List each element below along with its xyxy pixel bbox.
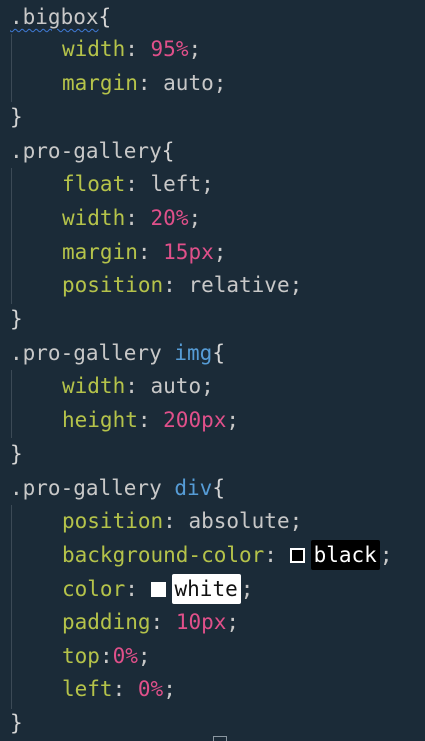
close-brace: } xyxy=(10,307,23,331)
selector: .bigbox xyxy=(10,5,99,29)
code-line[interactable]: .pro-gallery{ xyxy=(10,134,174,168)
code-editor[interactable]: .bigbox{ width: 95%; margin: auto; } .pr… xyxy=(0,0,425,741)
unit: px xyxy=(201,408,227,432)
close-brace: } xyxy=(10,105,23,129)
close-brace: } xyxy=(10,711,23,735)
number: 0 xyxy=(112,644,126,668)
close-brace: } xyxy=(10,442,23,466)
value: auto xyxy=(150,374,202,398)
number: 95 xyxy=(150,37,176,61)
color-value-white: white xyxy=(171,574,241,604)
code-line[interactable]: .bigbox{ xyxy=(10,0,111,34)
code-line[interactable]: position: absolute; xyxy=(62,504,302,538)
property: width xyxy=(62,374,126,398)
value: absolute xyxy=(188,509,290,533)
color-swatch-icon[interactable] xyxy=(289,548,305,563)
unit: % xyxy=(125,644,138,668)
tag-selector: img xyxy=(174,341,213,365)
code-line[interactable]: margin: auto; xyxy=(62,66,226,100)
indent-guide xyxy=(11,505,12,709)
code-line[interactable]: margin: 15px; xyxy=(62,235,226,269)
property: color xyxy=(62,577,126,601)
number: 200 xyxy=(163,408,202,432)
value: relative xyxy=(188,273,290,297)
code-line[interactable]: } xyxy=(10,302,23,336)
selector: .pro-gallery xyxy=(10,139,162,163)
property: margin xyxy=(62,240,138,264)
open-brace: { xyxy=(98,5,112,29)
code-line[interactable]: } xyxy=(10,437,23,471)
unit: px xyxy=(201,610,227,634)
property: left xyxy=(62,677,113,701)
code-line[interactable]: height: 200px; xyxy=(62,403,239,437)
property: float xyxy=(62,172,126,196)
scroll-indicator[interactable] xyxy=(213,736,227,741)
indent-guide xyxy=(11,168,12,304)
value: left xyxy=(150,172,202,196)
indent-guide xyxy=(11,34,12,102)
open-brace: { xyxy=(212,341,225,365)
code-line[interactable]: position: relative; xyxy=(62,268,302,302)
number: 15 xyxy=(163,240,189,264)
code-line[interactable]: left: 0%; xyxy=(62,672,176,706)
property: padding xyxy=(62,610,151,634)
number: 10 xyxy=(175,610,202,634)
open-brace: { xyxy=(212,476,225,500)
unit: % xyxy=(175,206,189,230)
code-line[interactable]: } xyxy=(10,100,23,134)
color-value-black: black xyxy=(310,540,380,570)
code-line[interactable]: } xyxy=(10,706,23,740)
selector: .pro-gallery xyxy=(10,476,175,500)
code-line[interactable]: width: 20%; xyxy=(62,201,201,235)
tag-selector: div xyxy=(174,476,213,500)
open-brace: { xyxy=(161,139,175,163)
code-line[interactable]: float: left; xyxy=(62,167,214,201)
indent-guide xyxy=(11,370,12,438)
number: 0 xyxy=(137,677,151,701)
code-line[interactable]: .pro-gallery img{ xyxy=(10,336,225,370)
code-line[interactable]: background-color: black; xyxy=(62,538,392,572)
property: top xyxy=(62,644,100,668)
selector: .pro-gallery xyxy=(10,341,175,365)
unit: % xyxy=(150,677,164,701)
value: auto xyxy=(163,71,214,95)
code-line[interactable]: top:0%; xyxy=(62,639,151,673)
code-line[interactable]: padding: 10px; xyxy=(62,605,239,639)
unit: % xyxy=(175,37,189,61)
color-swatch-icon[interactable] xyxy=(150,582,166,597)
property: width xyxy=(62,206,126,230)
property: width xyxy=(62,37,126,61)
property: height xyxy=(62,408,138,432)
code-line[interactable]: width: auto; xyxy=(62,369,214,403)
unit: px xyxy=(188,240,214,264)
property: position xyxy=(62,273,164,297)
property: margin xyxy=(62,71,138,95)
code-line[interactable]: color: white; xyxy=(62,572,253,606)
code-line[interactable]: width: 95%; xyxy=(62,32,201,66)
property: position xyxy=(62,509,164,533)
property: background-color xyxy=(62,543,265,567)
number: 20 xyxy=(150,206,176,230)
code-line[interactable]: .pro-gallery div{ xyxy=(10,471,225,505)
